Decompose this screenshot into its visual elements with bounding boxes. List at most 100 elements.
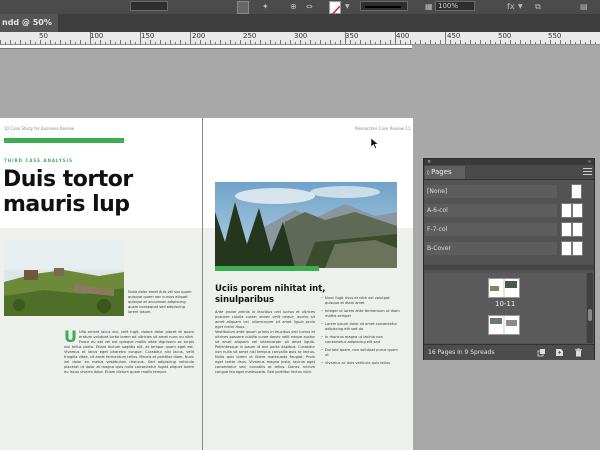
ruler-tick	[555, 42, 556, 44]
ruler-tick	[90, 32, 91, 44]
align-icon[interactable]: ⊕	[290, 1, 299, 12]
ruler-tick	[160, 40, 161, 44]
ruler-tick	[305, 42, 306, 44]
ruler-tick	[350, 40, 351, 44]
ruler-tick	[515, 42, 516, 44]
left-page[interactable]: 10 Case Study for Business Review THIRD …	[0, 118, 202, 450]
ruler-tick	[360, 40, 361, 44]
trash-icon[interactable]	[574, 348, 583, 357]
mountain-photo[interactable]	[215, 182, 397, 268]
ruler-tick	[50, 40, 51, 44]
document-tab[interactable]: ndd @ 50%	[0, 14, 58, 32]
ruler-tick	[280, 40, 281, 44]
ruler-tick	[175, 42, 176, 44]
ruler-tick	[435, 42, 436, 44]
accent-bar	[215, 266, 319, 271]
ruler-tick	[465, 42, 466, 44]
ruler-tick	[235, 42, 236, 44]
transform-icon[interactable]: ⇔	[306, 1, 315, 12]
tab-pages[interactable]: ◊ Pages	[425, 166, 465, 179]
ruler-label: 400	[396, 32, 410, 40]
frame-fitting-icon[interactable]: ⧉	[535, 1, 545, 12]
gear-icon[interactable]: ✦	[262, 1, 271, 12]
effects-icon[interactable]: fx	[507, 1, 516, 12]
ruler-tick	[565, 42, 566, 44]
master-page-thumb	[572, 241, 583, 256]
ruler-tick	[290, 40, 291, 44]
ruler-tick	[420, 40, 421, 44]
stroke-weight-field[interactable]	[130, 1, 168, 11]
ruler-tick	[510, 40, 511, 44]
tab-pages-label: Pages	[431, 168, 452, 176]
master-item-none[interactable]: [None]	[425, 183, 593, 200]
bullet-item: Integer ut lorem ante fermentum ut diam …	[321, 309, 401, 319]
new-page-icon[interactable]	[555, 348, 564, 357]
spread-thumb-selected[interactable]	[488, 278, 520, 298]
ruler-tick	[115, 42, 116, 44]
panel-header: ◊ Pages	[424, 165, 594, 180]
panel-splitter[interactable]	[424, 265, 594, 270]
chevron-down-icon[interactable]: ▼	[345, 1, 351, 12]
master-item-f[interactable]: F-7-col	[425, 221, 593, 238]
ruler-tick	[540, 40, 541, 44]
previous-spread-edge	[0, 45, 412, 49]
ruler-tick	[315, 42, 316, 44]
ruler-tick	[220, 40, 221, 44]
ruler-tick	[10, 40, 11, 44]
chevron-down-icon[interactable]: ▼	[518, 1, 524, 12]
ruler-tick	[60, 40, 61, 44]
ruler-tick	[425, 42, 426, 44]
ruler-tick	[460, 40, 461, 44]
ruler-tick	[120, 40, 121, 44]
ruler-tick	[245, 42, 246, 44]
pages-panel[interactable]: × » ◊ Pages [None] A-6-col F-7-col B-Cov…	[423, 158, 595, 360]
ruler-tick	[410, 40, 411, 44]
right-page[interactable]: Researcher Case Review 11 Uciis porem ni…	[203, 118, 413, 450]
ruler-tick	[210, 40, 211, 44]
scrollbar-thumb[interactable]	[588, 309, 592, 321]
control-toolbar: ✦ ⊕ ⇔ ▼ ▦ 100% fx ▼ ⧉ ▤	[0, 0, 600, 18]
ruler-tick	[590, 40, 591, 44]
ruler-tick	[275, 42, 276, 44]
fill-none-icon[interactable]	[329, 1, 341, 18]
ruler-tick	[285, 42, 286, 44]
zoom-field[interactable]: 100%	[435, 1, 475, 11]
ruler-tick	[525, 42, 526, 44]
panel-menu-icon[interactable]	[583, 168, 592, 176]
ruler-tick	[450, 40, 451, 44]
wrap-icon[interactable]: ▤	[580, 1, 590, 12]
stroke-style-select[interactable]	[360, 1, 408, 11]
ruler-tick	[190, 32, 191, 44]
ruler-tick	[390, 40, 391, 44]
ruler-tick	[475, 42, 476, 44]
master-item-b[interactable]: B-Cover	[425, 240, 593, 257]
ruler-tick	[500, 40, 501, 44]
ruler-label: 300	[294, 32, 308, 40]
ruler-tick	[445, 32, 446, 44]
pages-scrollbar[interactable]	[587, 273, 593, 343]
landscape-photo[interactable]	[4, 240, 124, 316]
ruler-tick	[255, 42, 256, 44]
horizontal-ruler[interactable]: 50 100 150 200 250 300 350 400 450 500 5…	[0, 32, 600, 45]
master-name: A-6-col	[425, 204, 557, 217]
ruler-tick	[485, 42, 486, 44]
master-page-thumb	[561, 222, 572, 237]
ruler-tick	[545, 42, 546, 44]
ruler-tick	[270, 40, 271, 44]
accent-bar	[4, 138, 124, 143]
ruler-tick	[430, 40, 431, 44]
ruler-label: 450	[447, 32, 461, 40]
ruler-tick	[250, 40, 251, 44]
document-pages-area[interactable]: 10-11	[425, 273, 586, 343]
edit-page-size-icon[interactable]	[537, 348, 546, 357]
master-item-a[interactable]: A-6-col	[425, 202, 593, 219]
ruler-tick	[200, 40, 201, 44]
ruler-tick	[185, 42, 186, 44]
ruler-tick	[100, 40, 101, 44]
document-tab-bar: ndd @ 50%	[0, 14, 600, 32]
swatch-icon[interactable]	[237, 1, 249, 14]
ruler-label: 50	[39, 32, 48, 40]
ruler-tick	[560, 40, 561, 44]
ruler-tick	[70, 40, 71, 44]
spread-thumb[interactable]	[488, 315, 520, 335]
